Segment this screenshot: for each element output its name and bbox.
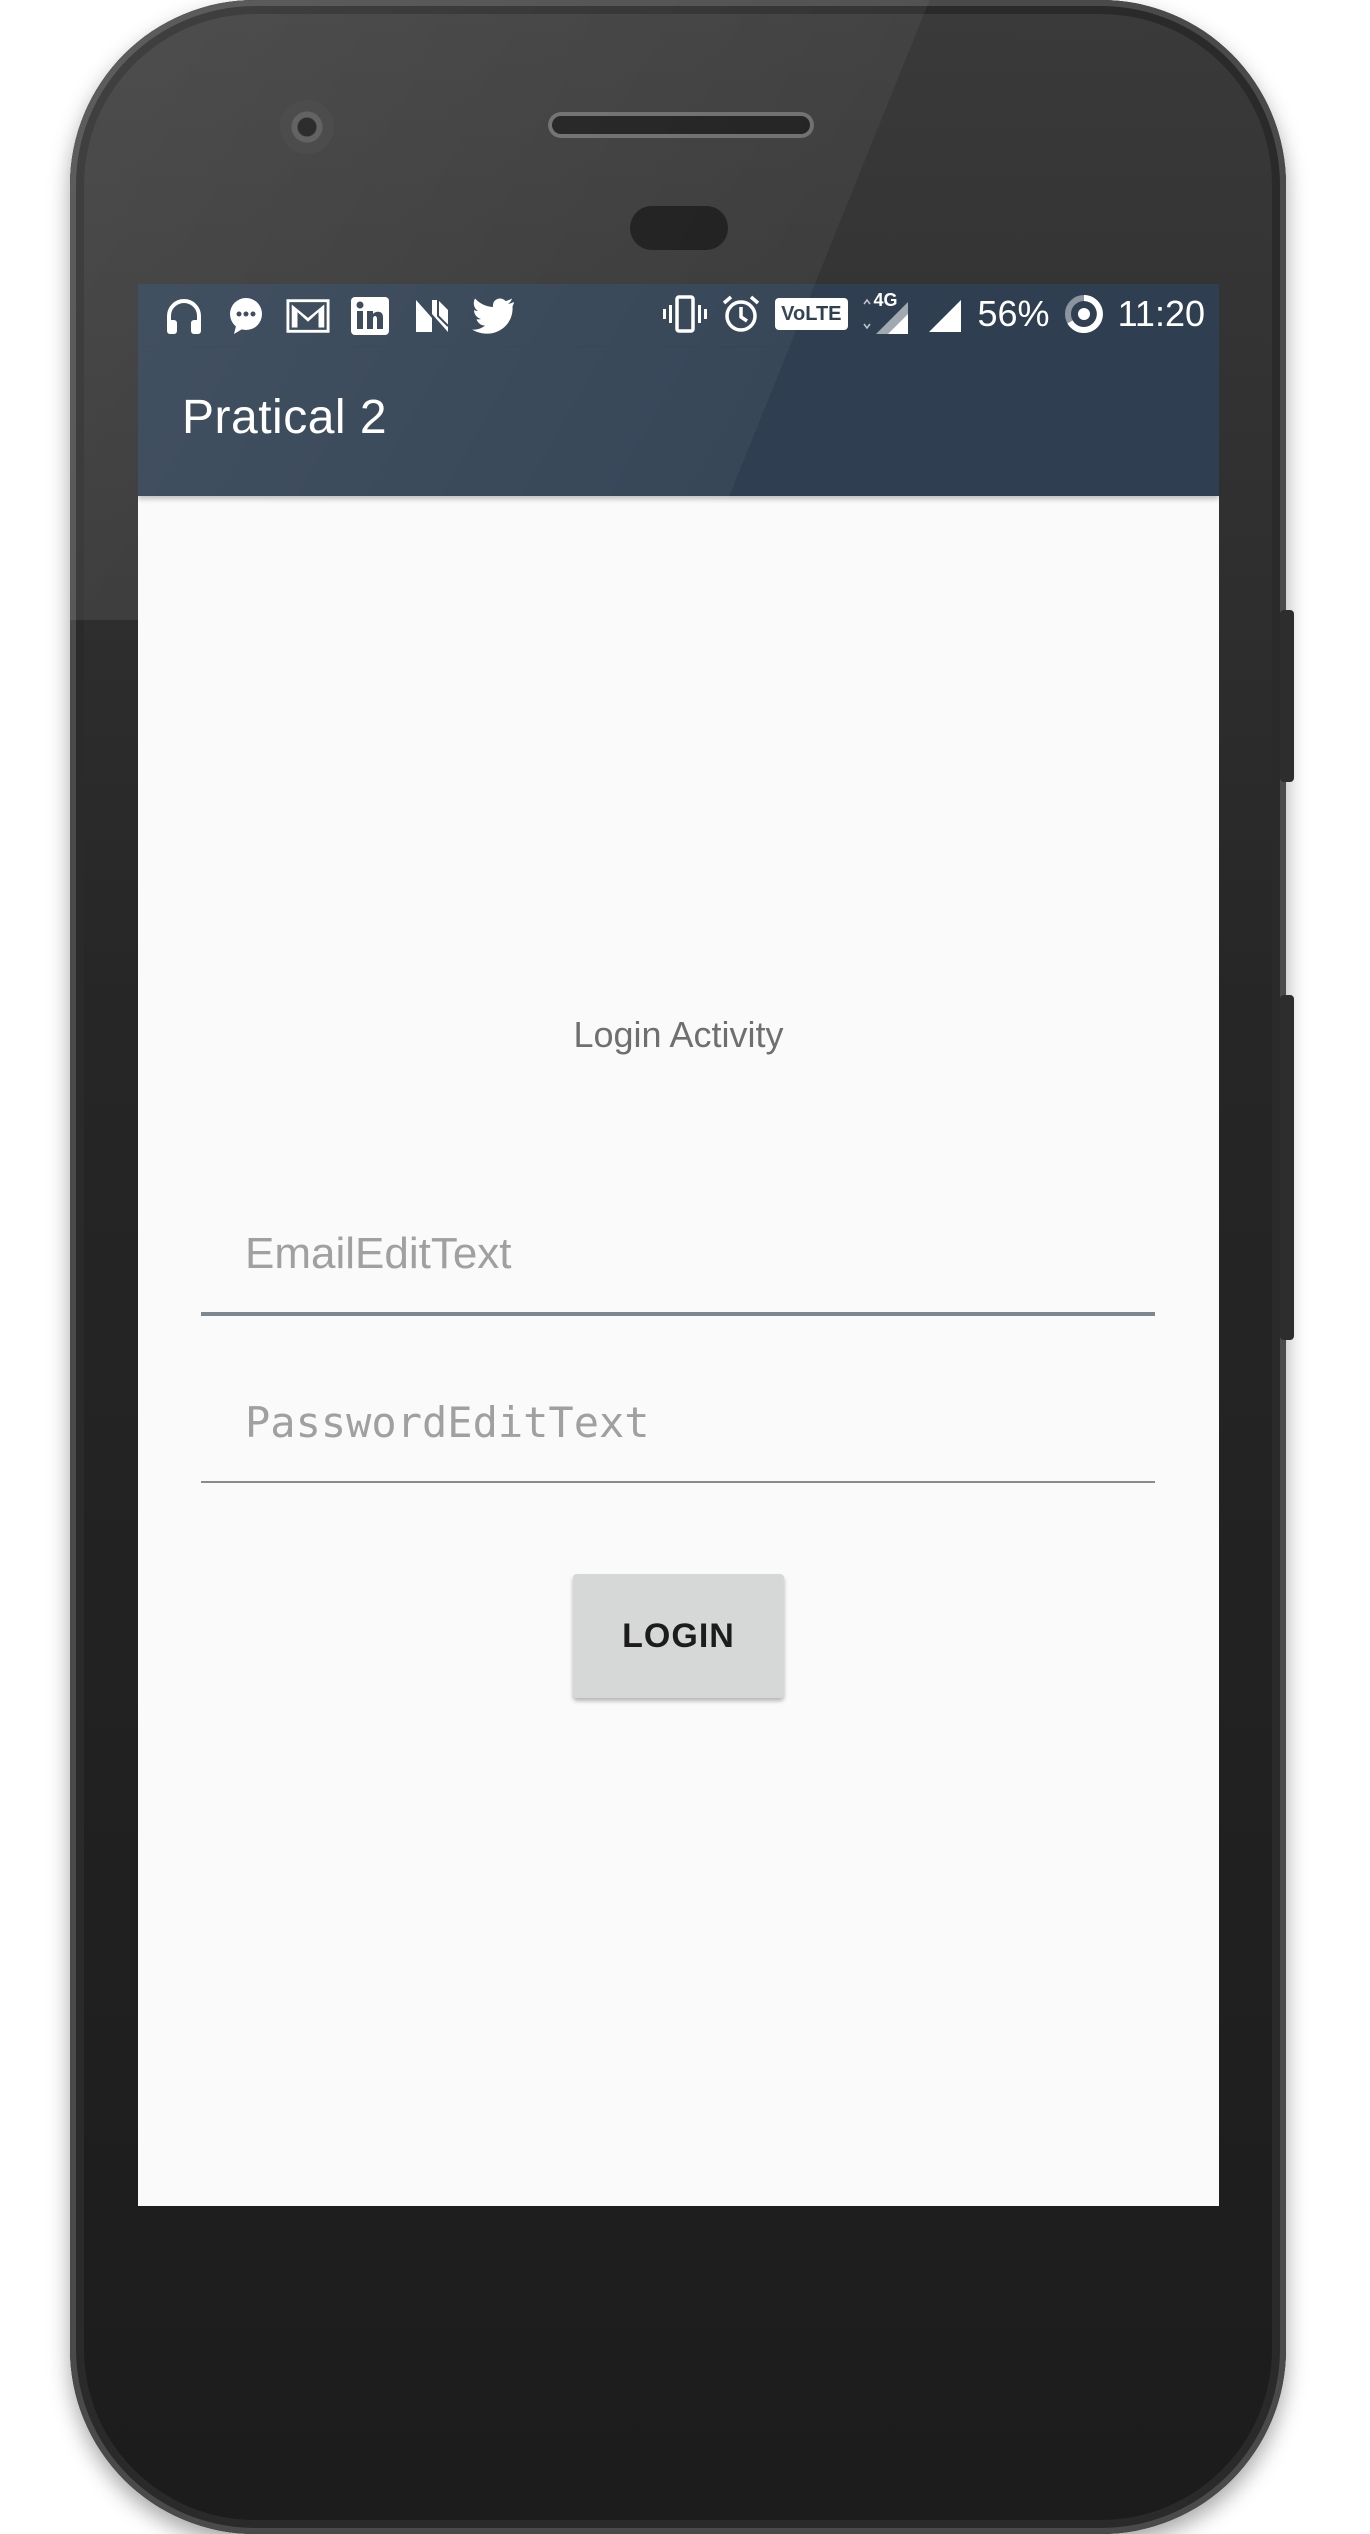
volume-button — [1280, 610, 1294, 782]
signal-4g-icon: 4G — [860, 290, 910, 336]
status-bar: VoLTE 4G 56% 11:20 — [138, 284, 1219, 348]
vibrate-icon — [663, 292, 708, 336]
earpiece-speaker — [548, 112, 814, 138]
linkedin-icon — [348, 294, 392, 338]
password-field-container — [201, 1380, 1155, 1464]
login-heading: Login Activity — [573, 1014, 784, 1055]
clock: 11:20 — [1117, 293, 1205, 334]
volte-icon: VoLTE — [775, 298, 848, 330]
front-camera — [280, 100, 334, 154]
headphones-icon — [162, 294, 206, 338]
email-field-container — [201, 1212, 1155, 1296]
screen: VoLTE 4G 56% 11:20 Pratical 2 Login Acti… — [138, 284, 1219, 2206]
app-title: Pratical 2 — [182, 391, 388, 444]
power-button — [1280, 995, 1294, 1340]
email-field-underline — [201, 1312, 1155, 1316]
alarm-icon — [719, 292, 763, 336]
volte-label: VoLTE — [781, 302, 842, 325]
chat-bubble-icon — [224, 294, 268, 338]
battery-percent: 56% — [977, 293, 1050, 334]
password-field-underline — [201, 1481, 1155, 1483]
login-button[interactable]: LOGIN — [573, 1574, 784, 1698]
n-app-icon — [410, 294, 454, 338]
signal-icon — [922, 292, 966, 336]
notification-icons — [162, 294, 516, 338]
app-bar: Pratical 2 — [138, 348, 1219, 496]
twitter-icon — [472, 294, 516, 338]
system-status-icons: VoLTE 4G 56% 11:20 — [663, 290, 1205, 336]
proximity-sensor — [630, 206, 728, 250]
password-field[interactable] — [201, 1380, 1155, 1464]
battery-ring-icon — [1062, 292, 1106, 336]
gmail-icon — [286, 294, 330, 338]
email-field[interactable] — [201, 1212, 1155, 1296]
